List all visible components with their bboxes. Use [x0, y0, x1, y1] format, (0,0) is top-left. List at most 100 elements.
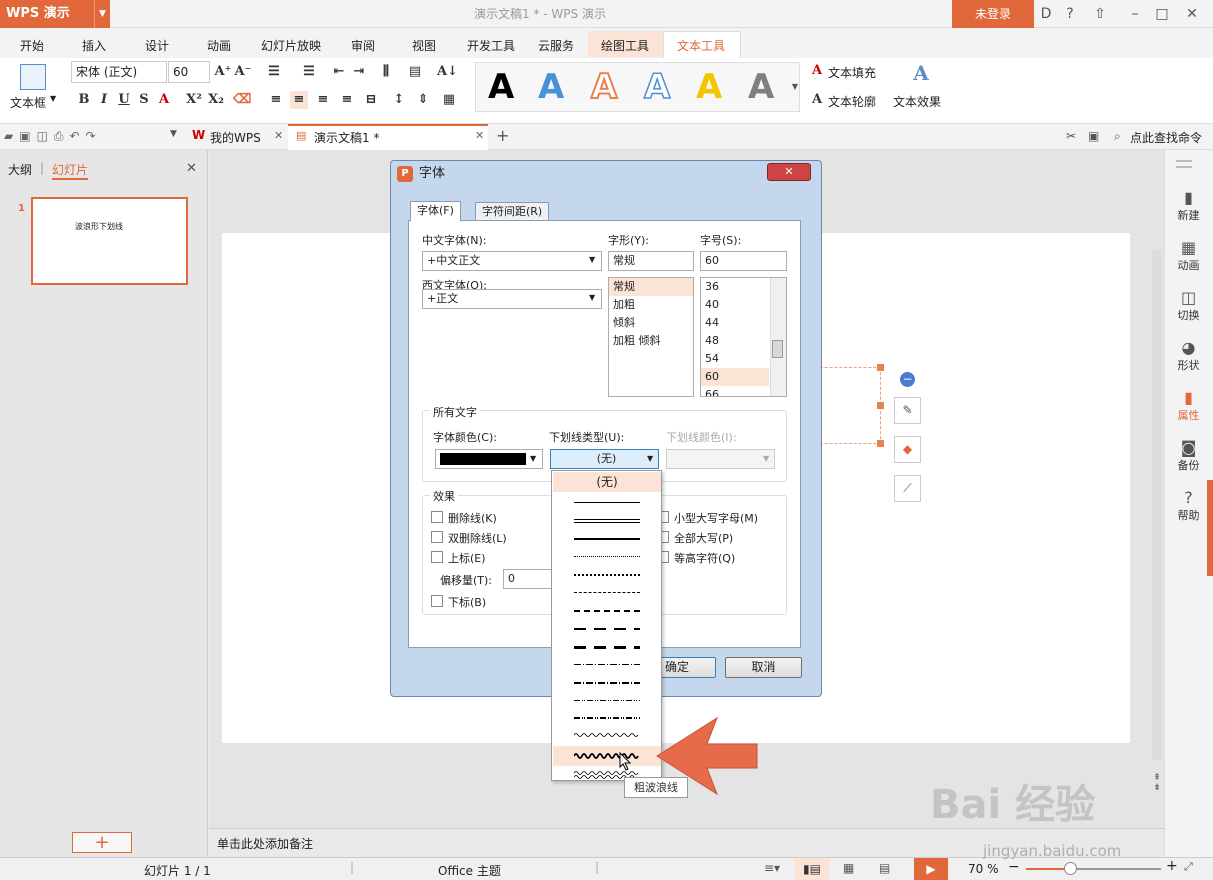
chevron-down-icon[interactable]: ▼	[589, 293, 595, 302]
tab-text-tools[interactable]: 文本工具	[677, 37, 725, 54]
underline-option-double[interactable]	[574, 519, 640, 523]
superscript-checkbox[interactable]	[431, 551, 443, 563]
new-tab-icon[interactable]: +	[496, 126, 509, 145]
sidebar-item-animation[interactable]: ▦ 动画	[1164, 238, 1213, 273]
decrease-indent-icon[interactable]: ⇤	[330, 63, 348, 81]
tab-slideshow[interactable]: 幻灯片放映	[261, 37, 321, 54]
textbox-icon[interactable]	[20, 64, 46, 90]
slide-thumbnail[interactable]: 波浪形下划线	[31, 197, 188, 285]
notes-toggle-icon[interactable]: ≡▾	[764, 861, 780, 875]
underline-icon[interactable]: U	[115, 91, 133, 109]
underline-option-dashed[interactable]	[574, 592, 640, 593]
resize-handle[interactable]	[877, 364, 884, 371]
list-item[interactable]: 加粗	[609, 296, 693, 314]
search-icon[interactable]: ⌕	[1114, 129, 1121, 144]
underline-option-dotted[interactable]	[574, 556, 640, 557]
search-command-label[interactable]: 点此查找命令	[1130, 129, 1202, 146]
close-icon[interactable]: ✕	[475, 129, 484, 142]
fill-icon[interactable]: ◆	[894, 436, 921, 463]
tab-char-spacing[interactable]: 字符间距(R)	[475, 202, 550, 221]
minimize-icon[interactable]: –	[1125, 4, 1145, 24]
font-name-select[interactable]: 宋体 (正文)	[71, 61, 167, 83]
zoom-in-icon[interactable]: +	[1166, 858, 1178, 874]
resize-handle[interactable]	[877, 440, 884, 447]
underline-option-thick-wave[interactable]	[553, 746, 661, 766]
sidebar-item-new[interactable]: ▮ 新建	[1164, 188, 1213, 223]
play-slideshow-icon[interactable]: ▶	[914, 858, 948, 880]
text-effect-icon[interactable]: A	[912, 63, 930, 83]
underline-option-long-dash[interactable]	[574, 628, 640, 630]
tab-home[interactable]: 开始	[20, 37, 44, 54]
fit-window-icon[interactable]: ⤢	[1184, 860, 1193, 874]
align-left-icon[interactable]: ≡	[267, 91, 285, 109]
scrollbar-thumb[interactable]	[772, 340, 783, 358]
edit-shape-icon[interactable]: ✎	[894, 397, 921, 424]
sidebar-item-transition[interactable]: ◫ 切换	[1164, 288, 1213, 323]
quick-access-icons[interactable]: ▰▣◫⎙↶↷	[4, 129, 164, 145]
shadow-icon[interactable]: S	[135, 91, 153, 109]
underline-type-dropdown[interactable]: (无)	[551, 470, 662, 781]
underline-option-dot-dot-dash[interactable]	[574, 700, 640, 701]
list-item[interactable]: 60	[701, 368, 769, 386]
chevron-down-icon[interactable]: ▼	[94, 0, 110, 28]
style-blue-preset[interactable]: A	[538, 67, 564, 107]
chevron-down-icon[interactable]: ▼	[530, 450, 536, 468]
comment-icon[interactable]: ▣	[1088, 129, 1099, 143]
text-outline-label[interactable]: 文本轮廓	[828, 93, 876, 110]
underline-option-thick-dot-dash[interactable]	[574, 682, 640, 684]
para-spacing-icon[interactable]: ⇕	[414, 91, 432, 109]
underline-option-thick-dot-dot-dash[interactable]	[574, 717, 640, 719]
columns-icon[interactable]: ⫼	[377, 63, 395, 81]
vertical-scrollbar[interactable]	[1152, 250, 1162, 760]
superscript-label[interactable]: 上标(E)	[448, 550, 486, 566]
subscript-checkbox[interactable]	[431, 595, 443, 607]
sidebar-item-properties[interactable]: ▮ 属性	[1164, 388, 1213, 423]
collapse-icon[interactable]: −	[900, 372, 915, 387]
outline-icon[interactable]: ⟋	[894, 475, 921, 502]
login-button[interactable]: 未登录	[952, 0, 1034, 28]
font-size-input[interactable]: 60	[700, 251, 787, 271]
subscript-icon[interactable]: X₂	[207, 91, 225, 109]
font-size-list[interactable]: 36 40 44 48 54 60 66	[700, 277, 787, 397]
sidebar-item-shapes[interactable]: ◕ 形状	[1164, 338, 1213, 373]
align-right-icon[interactable]: ≡	[314, 91, 332, 109]
zoom-slider-thumb[interactable]	[1064, 862, 1077, 875]
font-size-select[interactable]: 60	[168, 61, 210, 83]
font-style-list[interactable]: 常规 加粗 倾斜 加粗 倾斜	[608, 277, 694, 397]
sidebar-item-backup[interactable]: ◙ 备份	[1164, 438, 1213, 473]
align-text-icon[interactable]: ▤	[406, 63, 424, 81]
tab-mywps[interactable]: 我的WPS	[210, 129, 261, 146]
strike-checkbox[interactable]	[431, 511, 443, 523]
style-black-preset[interactable]: A	[488, 67, 514, 107]
underline-option-thick-long-dash[interactable]	[574, 646, 640, 649]
gallery-more-icon[interactable]: ▼	[790, 62, 800, 112]
list-item[interactable]: 常规	[609, 278, 693, 296]
text-effect-label[interactable]: 文本效果	[893, 93, 941, 110]
tab-animation[interactable]: 动画	[207, 37, 231, 54]
style-blue-outline-preset[interactable]: A	[643, 66, 671, 108]
chevron-down-icon[interactable]: ▼	[589, 255, 595, 264]
resize-handle[interactable]	[877, 402, 884, 409]
skin-icon[interactable]: D	[1036, 4, 1056, 24]
page-nav-icon[interactable]: ⇞ ⇟	[1152, 773, 1162, 803]
upload-icon[interactable]: ⇧	[1090, 4, 1110, 24]
doc-tab-title[interactable]: 演示文稿1 *	[314, 129, 379, 146]
font-style-input[interactable]: 常规	[608, 251, 694, 271]
font-color-icon[interactable]: A	[155, 91, 173, 109]
style-gray-preset[interactable]: A	[748, 67, 774, 107]
shrink-font-icon[interactable]: A⁻	[234, 63, 252, 81]
strike-label[interactable]: 删除线(K)	[448, 510, 497, 526]
text-fill-label[interactable]: 文本填充	[828, 64, 876, 81]
text-style-gallery[interactable]: A A A A A A	[475, 62, 800, 112]
app-menu-button[interactable]: WPS 演示 ▼	[0, 0, 110, 28]
align-center-icon[interactable]: ≡	[290, 91, 308, 109]
underline-option-single[interactable]	[574, 502, 640, 503]
cancel-button[interactable]: 取消	[725, 657, 802, 678]
latin-font-select[interactable]: +正文	[422, 289, 602, 309]
underline-option-dot-dash[interactable]	[574, 664, 640, 665]
chevron-down-icon[interactable]: ▼	[50, 94, 56, 103]
numbering-icon[interactable]: ☰	[300, 63, 318, 81]
tab-review[interactable]: 审阅	[351, 37, 375, 54]
normal-view-icon[interactable]: ▮▤	[795, 858, 829, 880]
equal-height-label[interactable]: 等高字符(Q)	[674, 550, 735, 566]
